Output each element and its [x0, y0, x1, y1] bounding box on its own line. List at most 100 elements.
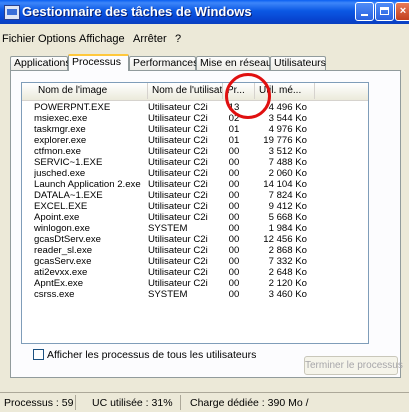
menu-help[interactable]: ? [175, 33, 181, 45]
close-icon: × [399, 5, 407, 17]
cell-image-name: Apoint.exe [34, 212, 80, 223]
cell-cpu: 00 [228, 223, 240, 234]
minimize-icon [361, 14, 368, 16]
cell-image-name: ctfmon.exe [34, 146, 81, 157]
cell-image-name: jusched.exe [34, 168, 86, 179]
tab-utilisateurs[interactable]: Utilisateurs [270, 56, 326, 70]
menu-options[interactable]: Options [38, 33, 76, 45]
cell-memory: 3 544 Ko [268, 113, 307, 124]
tab-performances[interactable]: Performances [129, 56, 198, 70]
cell-user-name: Utilisateur C2i [148, 256, 208, 267]
cell-memory: 3 512 Ko [268, 146, 307, 157]
maximize-button[interactable] [375, 2, 394, 21]
cell-memory: 14 104 Ko [263, 179, 307, 190]
cell-cpu: 00 [228, 267, 240, 278]
cell-cpu: 00 [228, 289, 240, 300]
tab-mise-en-reseau[interactable]: Mise en réseau [196, 56, 272, 70]
status-bar: Processus : 59 UC utilisée : 31% Charge … [0, 392, 409, 412]
cell-image-name: ApntEx.exe [34, 278, 84, 289]
menu-fichier[interactable]: Fichier [2, 33, 35, 45]
cell-image-name: reader_sl.exe [34, 245, 93, 256]
table-row[interactable]: Launch Application 2.exe Utilisateur C2i 0… [22, 179, 368, 190]
table-row[interactable]: ati2evxx.exe Utilisateur C2i 00 2 648 Ko [22, 267, 368, 278]
end-process-button[interactable]: Terminer le processus [304, 356, 403, 375]
cell-cpu: 00 [228, 212, 240, 223]
table-row[interactable]: reader_sl.exe Utilisateur C2i 00 2 868 Ko [22, 245, 368, 256]
show-all-users-label: Afficher les processus de tous les utili… [47, 349, 257, 361]
table-row[interactable]: jusched.exe Utilisateur C2i 00 2 060 Ko [22, 168, 368, 179]
maximize-icon [380, 7, 389, 15]
cell-user-name: Utilisateur C2i [148, 245, 208, 256]
cell-cpu: 00 [228, 168, 240, 179]
cell-user-name: SYSTEM [148, 289, 188, 300]
tab-strip: Applications Processus Performances Mise… [10, 54, 390, 71]
column-header-image-name[interactable]: Nom de l'image [34, 83, 148, 99]
cell-image-name: SERVIC~1.EXE [34, 157, 103, 168]
process-list[interactable]: Nom de l'image Nom de l'utilisateur Pr..… [21, 82, 369, 344]
cell-user-name: Utilisateur C2i [148, 102, 208, 113]
tab-processus[interactable]: Processus [68, 54, 129, 71]
list-header: Nom de l'image Nom de l'utilisateur Pr..… [22, 83, 368, 101]
cell-cpu: 00 [228, 234, 240, 245]
cell-user-name: Utilisateur C2i [148, 179, 208, 190]
cell-memory: 4 496 Ko [268, 102, 307, 113]
show-all-users-checkbox[interactable] [33, 349, 44, 360]
cell-memory: 4 976 Ko [268, 124, 307, 135]
cell-cpu: 00 [228, 256, 240, 267]
cell-user-name: Utilisateur C2i [148, 146, 208, 157]
cell-cpu: 00 [228, 179, 240, 190]
table-row[interactable]: csrss.exe SYSTEM 00 3 460 Ko [22, 289, 368, 300]
cell-cpu: 13 [228, 102, 240, 113]
cell-user-name: Utilisateur C2i [148, 201, 208, 212]
column-header-memory[interactable]: Util. mé... [255, 83, 315, 99]
cell-user-name: Utilisateur C2i [148, 278, 208, 289]
column-header-cpu[interactable]: Pr... [223, 83, 255, 99]
cell-cpu: 01 [228, 124, 240, 135]
cell-cpu: 00 [228, 146, 240, 157]
cell-memory: 9 412 Ko [268, 201, 307, 212]
cell-image-name: POWERPNT.EXE [34, 102, 111, 113]
cell-image-name: csrss.exe [34, 289, 75, 300]
cell-memory: 2 060 Ko [268, 168, 307, 179]
cell-memory: 1 984 Ko [268, 223, 307, 234]
table-row[interactable]: msiexec.exe Utilisateur C2i 02 3 544 Ko [22, 113, 368, 124]
table-row[interactable]: Apoint.exe Utilisateur C2i 00 5 668 Ko [22, 212, 368, 223]
close-button[interactable]: × [395, 2, 409, 21]
status-process-count: Processus : 59 [4, 397, 74, 409]
cell-image-name: winlogon.exe [34, 223, 91, 234]
table-row[interactable]: explorer.exe Utilisateur C2i 01 19 776 Ko [22, 135, 368, 146]
table-row[interactable]: DATALA~1.EXE Utilisateur C2i 00 7 824 Ko [22, 190, 368, 201]
status-divider [180, 395, 181, 410]
cell-user-name: Utilisateur C2i [148, 212, 208, 223]
cell-memory: 2 648 Ko [268, 267, 307, 278]
table-row[interactable]: ApntEx.exe Utilisateur C2i 00 2 120 Ko [22, 278, 368, 289]
cell-memory: 2 120 Ko [268, 278, 307, 289]
cell-cpu: 01 [228, 135, 240, 146]
table-row[interactable]: gcasDtServ.exe Utilisateur C2i 00 12 456 Ko [22, 234, 368, 245]
table-row[interactable]: ctfmon.exe Utilisateur C2i 00 3 512 Ko [22, 146, 368, 157]
status-commit-charge: Charge dédiée : 390 Mo / [190, 397, 309, 409]
table-row[interactable]: gcasServ.exe Utilisateur C2i 00 7 332 Ko [22, 256, 368, 267]
cell-memory: 5 668 Ko [268, 212, 307, 223]
table-row[interactable]: POWERPNT.EXE Utilisateur C2i 13 4 496 Ko [22, 102, 368, 113]
cell-memory: 7 332 Ko [268, 256, 307, 267]
cell-memory: 2 868 Ko [268, 245, 307, 256]
title-bar[interactable]: Gestionnaire des tâches de Windows × [0, 0, 409, 24]
table-row[interactable]: winlogon.exe SYSTEM 00 1 984 Ko [22, 223, 368, 234]
cell-user-name: Utilisateur C2i [148, 168, 208, 179]
menu-arreter[interactable]: Arrêter [133, 33, 167, 45]
cell-user-name: Utilisateur C2i [148, 113, 208, 124]
column-header-user-name[interactable]: Nom de l'utilisateur [148, 83, 223, 99]
table-row[interactable]: SERVIC~1.EXE Utilisateur C2i 00 7 488 Ko [22, 157, 368, 168]
task-manager-window: Gestionnaire des tâches de Windows × Fic… [0, 0, 409, 412]
menu-affichage[interactable]: Affichage [79, 33, 125, 45]
cell-memory: 12 456 Ko [263, 234, 307, 245]
cell-cpu: 00 [228, 278, 240, 289]
cell-cpu: 00 [228, 190, 240, 201]
table-row[interactable]: taskmgr.exe Utilisateur C2i 01 4 976 Ko [22, 124, 368, 135]
minimize-button[interactable] [355, 2, 374, 21]
tab-applications[interactable]: Applications [10, 56, 71, 70]
table-row[interactable]: EXCEL.EXE Utilisateur C2i 00 9 412 Ko [22, 201, 368, 212]
task-manager-icon [4, 5, 20, 20]
cell-image-name: gcasServ.exe [34, 256, 92, 267]
